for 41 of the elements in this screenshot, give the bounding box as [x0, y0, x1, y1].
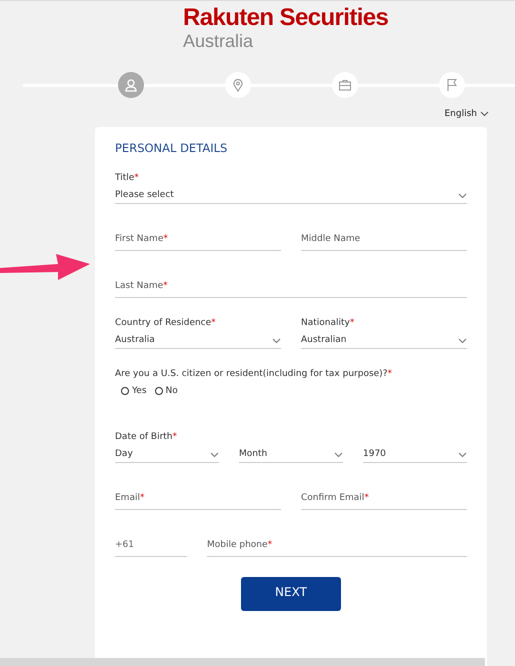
dropdown-field[interactable]: Please select	[115, 188, 467, 204]
section-title: PERSONAL DETAILS	[115, 141, 228, 155]
logo-region: Australia	[183, 31, 254, 51]
input-field[interactable]: Email*	[115, 483, 281, 510]
field-label: Country of Residence*	[115, 318, 216, 328]
field-label: Title*	[115, 173, 139, 183]
chevron-down-icon	[210, 452, 219, 458]
input-field[interactable]: Mobile phone*	[207, 530, 467, 557]
step-indicator[interactable]	[225, 72, 251, 98]
briefcase-icon	[338, 78, 352, 92]
chevron-down-icon	[334, 452, 343, 458]
input-field[interactable]: Middle Name	[301, 224, 467, 251]
dropdown-field[interactable]: 1970	[363, 447, 467, 463]
dropdown-field[interactable]: Day	[115, 447, 219, 463]
language-select[interactable]: English	[444, 109, 489, 119]
chevron-down-icon	[480, 111, 489, 117]
dropdown-field[interactable]: Australian	[301, 333, 467, 349]
flag-icon	[445, 78, 459, 92]
input-field[interactable]: Last Name*	[115, 271, 467, 298]
input-field[interactable]: Confirm Email*	[301, 483, 467, 510]
radio-option[interactable]: No	[154, 386, 178, 396]
input-field[interactable]: First Name*	[115, 224, 281, 251]
person-icon	[124, 78, 138, 92]
scrollbar[interactable]	[0, 658, 485, 666]
field-label: Nationality*	[301, 318, 354, 328]
step-indicator[interactable]	[118, 72, 144, 98]
chevron-down-icon	[458, 193, 467, 199]
dropdown-field[interactable]: Australia	[115, 333, 281, 349]
logo-brand: Rakuten Securities	[183, 5, 388, 31]
radio-option[interactable]: Yes	[121, 386, 147, 396]
chevron-down-icon	[458, 452, 467, 458]
chevron-down-icon	[272, 338, 281, 344]
field-label: Date of Birth*	[115, 432, 178, 442]
dropdown-field[interactable]: Month	[239, 447, 343, 463]
step-indicator[interactable]	[439, 72, 465, 98]
input-field[interactable]: +61	[115, 530, 187, 557]
step-indicator[interactable]	[332, 72, 358, 98]
question-label: Are you a U.S. citizen or resident(including for tax purpose)?*	[115, 369, 393, 379]
next-button[interactable]: NEXT	[241, 577, 341, 611]
chevron-down-icon	[458, 338, 467, 344]
location-pin-icon	[231, 78, 245, 92]
